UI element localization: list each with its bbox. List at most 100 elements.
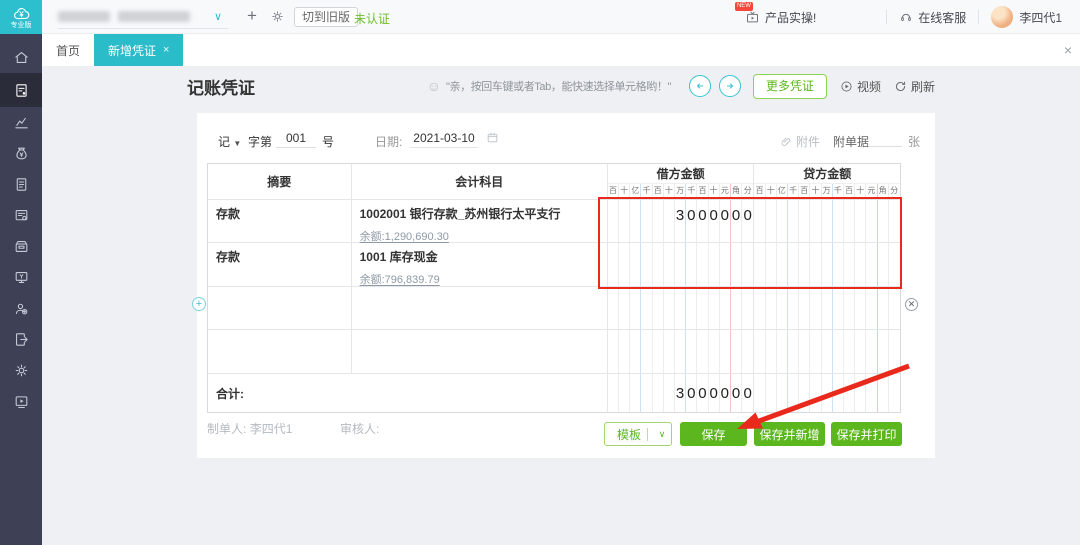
sidebar-item-cashier[interactable] — [0, 231, 42, 262]
digit-cell — [844, 287, 855, 329]
page-title: 记账凭证 — [187, 74, 255, 99]
sidebar-item-salary[interactable] — [0, 293, 42, 324]
switch-old-version-button[interactable]: 切到旧版 — [294, 7, 358, 27]
report-gear-icon — [13, 207, 30, 224]
tab-close-icon[interactable]: × — [163, 44, 169, 56]
digit-cell — [788, 287, 799, 329]
chevron-down-icon[interactable]: ∨ — [214, 10, 222, 23]
summary-cell[interactable]: 存款 — [208, 200, 352, 242]
digit-cell — [731, 330, 742, 373]
sidebar-item-tutorial[interactable] — [0, 386, 42, 417]
video-button[interactable]: 视频 — [840, 78, 881, 95]
refresh-label: 刷新 — [911, 78, 935, 95]
digit-cell — [766, 287, 777, 329]
template-button[interactable]: 模板 ∨ — [604, 422, 672, 446]
home-icon — [13, 49, 30, 66]
credit-amount-cell[interactable] — [754, 287, 900, 329]
debit-amount-cell[interactable] — [608, 330, 755, 373]
app-logo[interactable]: 专业版 — [0, 0, 42, 34]
calendar-icon[interactable] — [486, 131, 499, 147]
digit-cell — [878, 287, 889, 329]
voucher-word-select[interactable]: 记 ▼ — [218, 133, 241, 150]
prev-voucher-button[interactable] — [689, 75, 711, 97]
attach-count-input[interactable] — [868, 131, 902, 147]
sidebar-item-reports[interactable] — [0, 107, 42, 138]
account-balance: 余额:796,839.79 — [360, 271, 599, 287]
digit-cell — [697, 330, 708, 373]
sidebar-item-home[interactable] — [0, 42, 42, 73]
table-row-3 — [208, 287, 900, 330]
voucher-number-input[interactable]: 001 — [276, 131, 316, 148]
digit-cell — [720, 330, 731, 373]
sidebar-item-checkout[interactable] — [0, 324, 42, 355]
topbar: ∨ + 切到旧版 未认证 NEW 产品实操! — [42, 0, 1080, 34]
digit-cell — [855, 374, 866, 412]
account-cell[interactable]: 1001 库存现金 余额:796,839.79 — [352, 243, 608, 286]
digit-cell: 0 — [697, 374, 708, 412]
more-vouchers-button[interactable]: 更多凭证 — [753, 74, 827, 99]
tab-label: 新增凭证 — [108, 42, 156, 59]
digit-cell: 0 — [731, 200, 742, 242]
user-menu[interactable]: 李四代1 — [991, 6, 1062, 28]
summary-cell[interactable] — [208, 287, 352, 329]
cert-status-label[interactable]: 未认证 — [354, 10, 390, 27]
digit-cell — [866, 287, 877, 329]
save-button[interactable]: 保存 — [680, 422, 747, 446]
digit-cell — [788, 200, 799, 242]
digit-cell: 3 — [675, 200, 686, 242]
gear-icon — [13, 362, 30, 379]
col-header-debit: 借方金额 百十亿千百十万千百十元角分 — [608, 164, 755, 199]
voucher-auditor: 审核人: — [340, 420, 379, 437]
credit-amount-cell[interactable] — [754, 243, 900, 286]
next-voucher-button[interactable] — [719, 75, 741, 97]
tab-home[interactable]: 首页 — [42, 34, 94, 66]
digit-label: 元 — [720, 184, 731, 198]
digit-cell: 0 — [686, 200, 697, 242]
sidebar-item-assets[interactable] — [0, 262, 42, 293]
digit-label: 角 — [878, 184, 889, 198]
summary-cell[interactable] — [208, 330, 352, 373]
digit-label: 十 — [855, 184, 866, 198]
tab-new-voucher[interactable]: 新增凭证 × — [94, 34, 183, 66]
sidebar-item-voucher[interactable] — [0, 73, 42, 107]
debit-amount-cell[interactable] — [608, 243, 755, 286]
sidebar-item-funds[interactable] — [0, 138, 42, 169]
digit-cell — [822, 374, 833, 412]
save-and-add-button[interactable]: 保存并新增 — [754, 422, 825, 446]
digit-cell — [709, 287, 720, 329]
attachment-link[interactable]: 附件 — [780, 133, 820, 150]
date-input[interactable]: 2021-03-10 — [410, 131, 478, 148]
sidebar-item-invoice[interactable] — [0, 169, 42, 200]
add-account-set-icon[interactable]: + — [247, 6, 257, 26]
gear-icon[interactable] — [270, 9, 285, 29]
refresh-button[interactable]: 刷新 — [894, 78, 935, 95]
attachment-label: 附件 — [796, 133, 820, 150]
online-support-link[interactable]: 在线客服 — [899, 9, 966, 26]
sidebar-item-tax-report[interactable] — [0, 200, 42, 231]
account-cell[interactable] — [352, 330, 608, 373]
debit-amount-cell[interactable]: 3000000 — [608, 200, 755, 242]
digit-label: 百 — [608, 184, 619, 198]
credit-amount-cell[interactable] — [754, 330, 900, 373]
account-cell[interactable] — [352, 287, 608, 329]
delete-row-icon[interactable]: ✕ — [905, 298, 918, 311]
digit-cell — [810, 330, 821, 373]
digit-cell — [799, 330, 810, 373]
product-demo-link[interactable]: NEW 产品实操! — [745, 9, 816, 26]
digit-cell: 3 — [675, 374, 686, 412]
voucher-maker: 制单人: 李四代1 — [207, 420, 292, 437]
summary-cell[interactable]: 存款 — [208, 243, 352, 286]
digit-cell — [619, 200, 630, 242]
close-tabs-icon[interactable]: × — [1064, 42, 1072, 58]
invoice-book-icon — [13, 176, 30, 193]
refresh-icon — [894, 80, 907, 93]
save-and-print-button[interactable]: 保存并打印 — [831, 422, 902, 446]
credit-amount-cell[interactable] — [754, 200, 900, 242]
account-cell[interactable]: 1002001 银行存款_苏州银行太平支行 余额:1,290,690.30 — [352, 200, 608, 242]
digit-cell — [833, 287, 844, 329]
digit-label: 万 — [822, 184, 833, 198]
sidebar-item-settings[interactable] — [0, 355, 42, 386]
chevron-down-icon[interactable]: ∨ — [653, 429, 671, 440]
add-row-icon[interactable]: + — [192, 297, 206, 311]
debit-amount-cell[interactable] — [608, 287, 755, 329]
